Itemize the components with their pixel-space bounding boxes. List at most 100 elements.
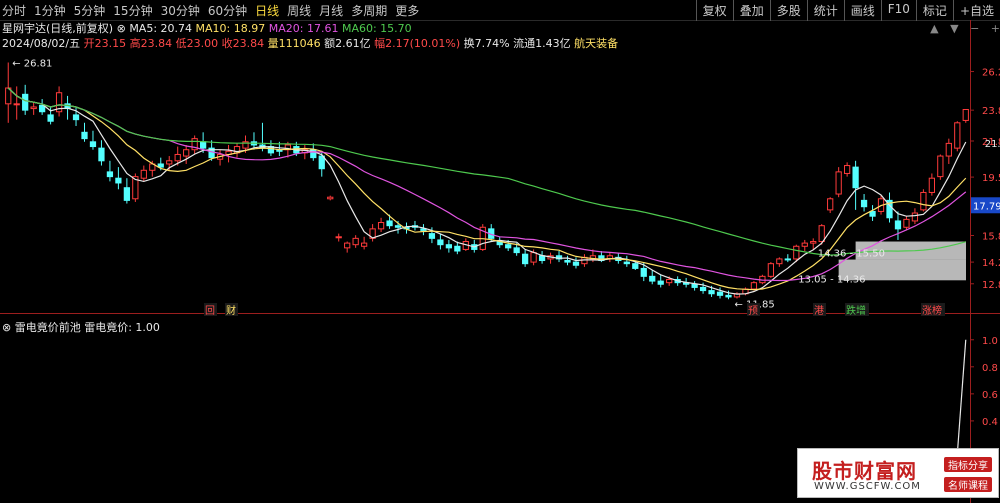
candle-body [937,155,944,178]
candle-body [708,290,715,295]
candle-body [335,236,342,239]
event-marker-diezeng: 跌增 [846,304,866,317]
event-marker-cai: 财 [226,304,236,317]
candle-body [522,253,529,265]
candle-body [894,220,902,230]
candle-body [47,114,54,122]
candle-body [183,149,190,157]
candle-body [793,245,800,260]
kline-chart[interactable]: 26.2423.8021.8519.5717.7915.8814.2012.83… [0,0,1000,503]
candle-body [903,218,910,228]
annotation-range-1: 13.05 - 14.36 [798,274,865,285]
candle-body [361,242,368,247]
candle-body [928,177,935,193]
candle-body [844,165,851,174]
candle-body [166,160,173,165]
price-tick-label: 14.20 [982,258,1000,269]
candle-body [428,233,436,239]
watermark-badge-2: 名师课程 [944,477,992,492]
candle-body [98,147,105,162]
event-marker-yu: 预 [748,305,758,317]
price-tick-label: 23.80 [982,106,1000,117]
candle-body [13,103,20,106]
candle-body [750,282,758,290]
candle-body [691,283,698,288]
candle-body [505,244,512,249]
candle-body [420,228,427,231]
candle-body [860,199,868,208]
candle-body [810,241,817,244]
candle-body [454,245,461,252]
event-marker-gang: 港 [814,305,824,317]
candle-body [530,252,537,263]
price-axis: 26.2423.8021.8519.5717.7915.8814.2012.83… [970,68,1000,291]
annotation-range-2: 14.36 - 15.50 [818,249,885,260]
candle-body [538,255,546,262]
candle-body [513,247,520,254]
candle-body [327,196,334,200]
sub-tick-label: 0.4 [982,417,998,428]
watermark-domain: WWW.GSCFW.COM [814,481,921,492]
candle-body [657,280,664,285]
price-tick-label: 15.88 [982,232,1000,243]
candles [5,62,969,300]
watermark-badge-1: 指标分享 [944,457,992,472]
candle-body [106,171,114,178]
candle-body [767,263,774,277]
candle-body [140,169,147,179]
candle-body [437,239,444,246]
sub-tick-label: 0.8 [982,363,998,374]
candle-body [394,225,402,228]
candle-body [115,177,122,184]
sub-indicator-name[interactable]: 雷电竟价前池 [15,321,81,334]
ma5-line [7,87,967,295]
candle-body [699,286,707,292]
event-marker-hui: 回 [205,305,215,317]
candle-body [89,141,97,148]
settings-icon[interactable]: ⊗ [2,321,11,334]
candle-body [352,237,359,246]
price-tick-label: 26.24 [982,68,1000,79]
candle-body [564,260,571,263]
annotation-high: ← 26.81 [12,59,52,70]
candle-body [640,267,647,277]
candle-body [835,171,842,195]
candle-body [776,258,783,265]
candle-body [649,275,656,282]
candle-body [572,261,580,266]
candle-body [784,258,791,261]
candle-body [377,222,385,230]
candle-body [22,93,29,111]
sub-indicator-title: ⊗ 雷电竟价前池 雷电竟价: 1.00 [2,319,160,335]
candle-body [39,104,46,113]
candle-body [632,263,639,269]
candle-body [920,191,927,211]
sub-indicator-value: 雷电竟价: 1.00 [84,321,160,334]
candle-body [962,109,969,121]
moving-averages [7,87,967,295]
event-markers: 回财 预 港 跌增 涨榜 [204,303,945,317]
candle-body [386,220,393,227]
candle-body [818,225,825,243]
candle-body [869,210,876,217]
candle-body [725,294,732,298]
candle-body [852,166,859,189]
candle-body [123,187,130,201]
watermark-logo: 股市财富网 WWW.GSCFW.COM 指标分享 名师课程 [797,448,999,498]
event-marker-zhangbang: 涨榜 [922,304,942,317]
annotation-range-3: 21.67 - 2 [985,139,1000,150]
candle-body [827,198,834,211]
candle-body [801,242,808,247]
candle-body [945,142,952,157]
candle-body [30,106,37,110]
candle-body [200,141,207,149]
sub-tick-label: 0.6 [982,390,998,401]
candle-body [954,122,961,149]
candle-body [81,131,88,140]
candle-body [445,244,452,249]
candle-body [666,279,673,284]
candle-body [911,212,919,222]
candle-body [623,261,630,265]
sub-tick-label: 1.0 [982,336,998,347]
candle-body [344,242,351,249]
